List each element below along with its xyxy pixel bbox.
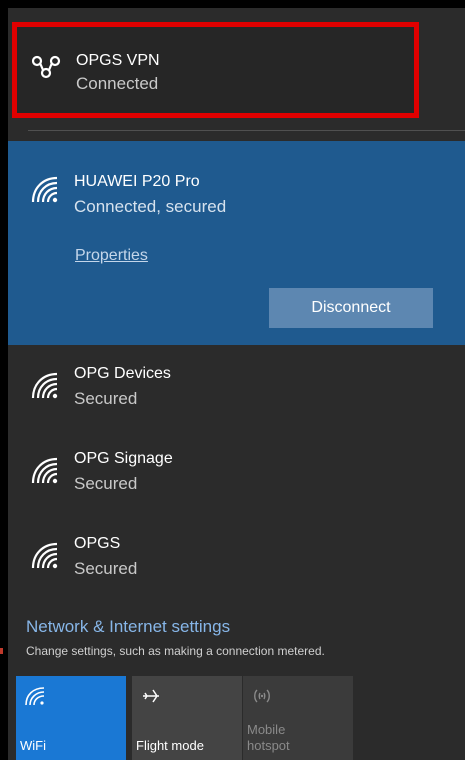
hotspot-icon (254, 689, 270, 703)
active-network-name: HUAWEI P20 Pro (74, 173, 200, 190)
wifi-icon (31, 176, 58, 203)
mobile-hotspot-tile[interactable]: Mobile hotspot (243, 676, 353, 760)
wifi-icon (31, 542, 58, 569)
vpn-name: OPGS VPN (76, 52, 160, 69)
vpn-status: Connected (76, 74, 159, 93)
wifi-icon (25, 687, 45, 706)
network-name: OPGS (74, 535, 121, 552)
airplane-icon (143, 689, 159, 703)
tile-label: Mobile hotspot (247, 722, 290, 753)
active-network-item[interactable]: HUAWEI P20 Pro Connected, secured Proper… (8, 141, 465, 345)
tile-label: WiFi (20, 738, 46, 753)
disconnect-button[interactable]: Disconnect (269, 288, 433, 328)
flight-mode-tile[interactable]: Flight mode (132, 676, 242, 760)
network-status: Secured (74, 559, 138, 578)
wifi-icon (31, 457, 58, 484)
side-mark (0, 648, 3, 654)
network-item-opgs[interactable]: OPGS Secured (8, 523, 465, 589)
network-status: Secured (74, 474, 138, 493)
network-item-opg-signage[interactable]: OPG Signage Secured (8, 438, 465, 504)
properties-link[interactable]: Properties (75, 247, 148, 265)
wifi-icon (31, 372, 58, 399)
vpn-icon (31, 55, 61, 79)
divider (28, 130, 465, 131)
network-flyout: OPGS VPN Connected HUAWEI P20 Pro Connec… (8, 8, 465, 760)
network-status: Secured (74, 389, 138, 408)
wifi-toggle-tile[interactable]: WiFi (16, 676, 126, 760)
network-item-opg-devices[interactable]: OPG Devices Secured (8, 353, 465, 419)
network-settings-subtitle: Change settings, such as making a connec… (26, 644, 325, 658)
network-name: OPG Signage (74, 450, 173, 467)
active-network-status: Connected, secured (74, 197, 227, 216)
vpn-connection-item[interactable]: OPGS VPN Connected (12, 22, 419, 118)
network-name: OPG Devices (74, 365, 171, 382)
tile-label: Flight mode (136, 738, 204, 753)
network-settings-link[interactable]: Network & Internet settings (26, 617, 230, 637)
